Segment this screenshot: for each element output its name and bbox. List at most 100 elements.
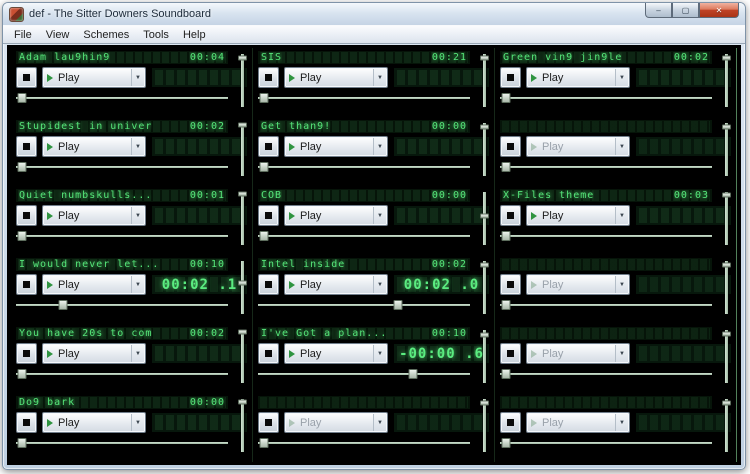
chevron-down-icon[interactable]: ▼ (615, 69, 628, 86)
progress-thumb[interactable] (17, 231, 27, 241)
progress-thumb[interactable] (17, 162, 27, 172)
volume-slider[interactable] (238, 261, 247, 314)
volume-thumb[interactable] (238, 191, 247, 197)
volume-thumb[interactable] (480, 332, 489, 338)
play-select[interactable]: Play ▼ (284, 343, 388, 364)
menu-item-tools[interactable]: Tools (136, 27, 176, 43)
play-select[interactable]: Play ▼ (284, 67, 388, 88)
stop-button[interactable] (500, 205, 521, 226)
progress-thumb[interactable] (259, 231, 269, 241)
menu-item-schemes[interactable]: Schemes (76, 27, 136, 43)
volume-slider[interactable] (722, 399, 731, 452)
progress-thumb[interactable] (17, 93, 27, 103)
progress-thumb[interactable] (259, 438, 269, 448)
play-select[interactable]: Play ▼ (42, 274, 146, 295)
progress-slider[interactable] (258, 161, 470, 173)
play-select[interactable]: Play ▼ (526, 67, 630, 88)
progress-thumb[interactable] (501, 369, 511, 379)
progress-thumb[interactable] (259, 93, 269, 103)
play-select[interactable]: Play ▼ (42, 136, 146, 157)
play-select[interactable]: Play ▼ (526, 274, 630, 295)
volume-thumb[interactable] (480, 55, 489, 61)
volume-thumb[interactable] (722, 331, 731, 337)
play-select[interactable]: Play ▼ (284, 205, 388, 226)
progress-thumb[interactable] (501, 438, 511, 448)
chevron-down-icon[interactable]: ▼ (131, 69, 144, 86)
progress-slider[interactable] (16, 437, 228, 449)
progress-slider[interactable] (500, 92, 712, 104)
progress-slider[interactable] (16, 161, 228, 173)
stop-button[interactable] (16, 412, 37, 433)
volume-thumb[interactable] (722, 262, 731, 268)
stop-button[interactable] (16, 274, 37, 295)
volume-thumb[interactable] (238, 55, 247, 61)
volume-slider[interactable] (238, 54, 247, 107)
progress-slider[interactable] (16, 299, 228, 311)
progress-slider[interactable] (258, 230, 470, 242)
volume-thumb[interactable] (480, 213, 489, 219)
volume-slider[interactable] (722, 261, 731, 314)
stop-button[interactable] (258, 274, 279, 295)
play-select[interactable]: Play ▼ (526, 205, 630, 226)
stop-button[interactable] (500, 412, 521, 433)
volume-thumb[interactable] (238, 280, 247, 286)
volume-slider[interactable] (480, 399, 489, 452)
play-select[interactable]: Play ▼ (42, 343, 146, 364)
play-select[interactable]: Play ▼ (42, 67, 146, 88)
progress-thumb[interactable] (259, 162, 269, 172)
progress-thumb[interactable] (501, 300, 511, 310)
progress-slider[interactable] (500, 161, 712, 173)
volume-slider[interactable] (238, 329, 247, 383)
volume-slider[interactable] (480, 192, 489, 245)
chevron-down-icon[interactable]: ▼ (373, 276, 386, 293)
progress-thumb[interactable] (408, 369, 418, 379)
volume-slider[interactable] (238, 399, 247, 452)
stop-button[interactable] (500, 343, 521, 364)
titlebar[interactable]: def - The Sitter Downers Soundboard – ▢ … (3, 3, 745, 25)
volume-slider[interactable] (722, 123, 731, 176)
stop-button[interactable] (258, 136, 279, 157)
chevron-down-icon[interactable]: ▼ (373, 414, 386, 431)
volume-thumb[interactable] (722, 192, 731, 198)
progress-slider[interactable] (500, 299, 712, 311)
volume-slider[interactable] (480, 123, 489, 176)
progress-thumb[interactable] (17, 369, 27, 379)
progress-thumb[interactable] (501, 93, 511, 103)
stop-button[interactable] (258, 343, 279, 364)
progress-slider[interactable] (500, 230, 712, 242)
play-select[interactable]: Play ▼ (284, 412, 388, 433)
volume-thumb[interactable] (238, 399, 247, 405)
chevron-down-icon[interactable]: ▼ (131, 276, 144, 293)
volume-slider[interactable] (238, 191, 247, 245)
volume-thumb[interactable] (480, 262, 489, 268)
volume-slider[interactable] (480, 261, 489, 314)
volume-thumb[interactable] (722, 400, 731, 406)
chevron-down-icon[interactable]: ▼ (131, 138, 144, 155)
progress-slider[interactable] (258, 368, 470, 380)
volume-thumb[interactable] (722, 124, 731, 130)
stop-button[interactable] (258, 412, 279, 433)
volume-thumb[interactable] (480, 124, 489, 130)
progress-slider[interactable] (16, 368, 228, 380)
chevron-down-icon[interactable]: ▼ (373, 69, 386, 86)
chevron-down-icon[interactable]: ▼ (615, 138, 628, 155)
chevron-down-icon[interactable]: ▼ (131, 207, 144, 224)
volume-slider[interactable] (722, 330, 731, 383)
chevron-down-icon[interactable]: ▼ (131, 345, 144, 362)
play-select[interactable]: Play ▼ (284, 274, 388, 295)
progress-slider[interactable] (16, 230, 228, 242)
stop-button[interactable] (16, 343, 37, 364)
play-select[interactable]: Play ▼ (284, 136, 388, 157)
play-select[interactable]: Play ▼ (42, 205, 146, 226)
progress-thumb[interactable] (393, 300, 403, 310)
stop-button[interactable] (16, 205, 37, 226)
stop-button[interactable] (500, 136, 521, 157)
stop-button[interactable] (16, 136, 37, 157)
play-select[interactable]: Play ▼ (526, 136, 630, 157)
stop-button[interactable] (500, 67, 521, 88)
stop-button[interactable] (500, 274, 521, 295)
chevron-down-icon[interactable]: ▼ (373, 138, 386, 155)
progress-slider[interactable] (500, 437, 712, 449)
progress-slider[interactable] (500, 368, 712, 380)
progress-thumb[interactable] (58, 300, 68, 310)
